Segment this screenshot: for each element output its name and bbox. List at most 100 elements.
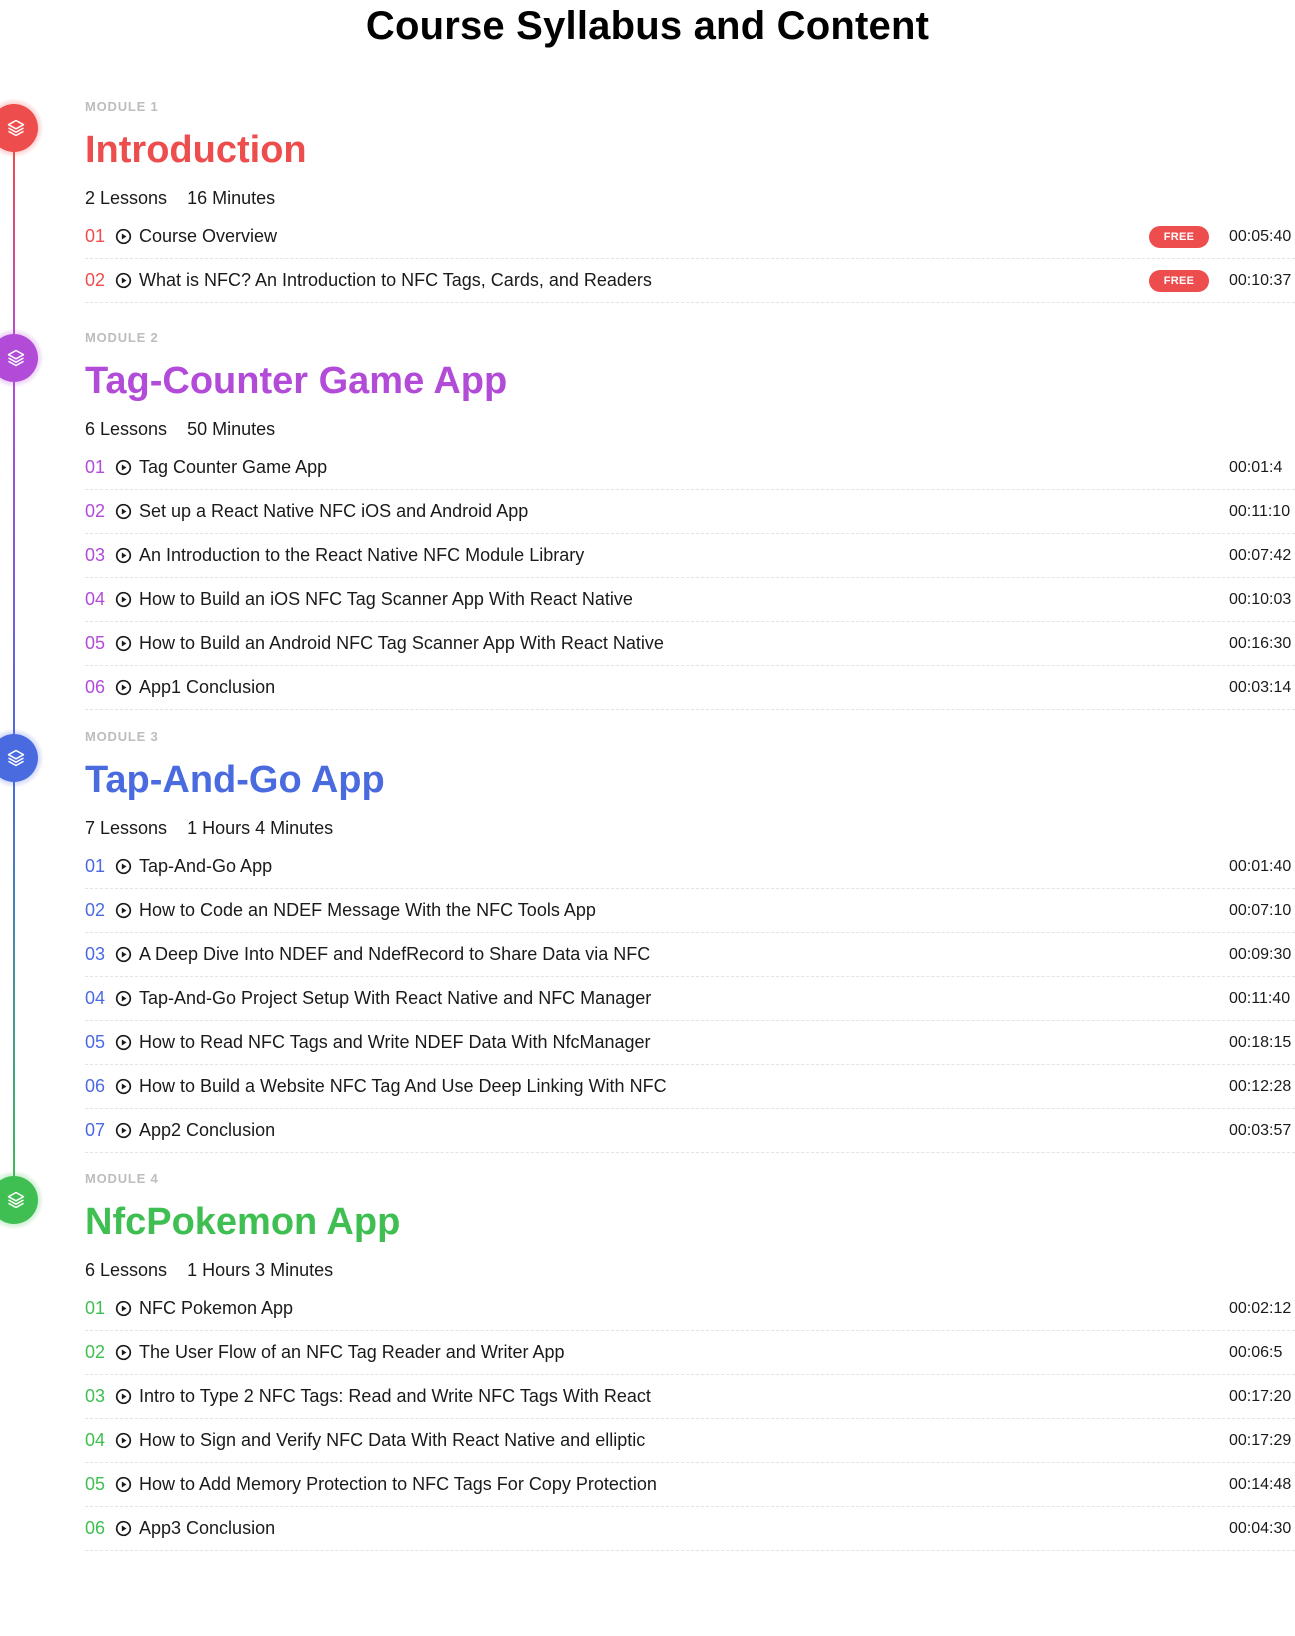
play-circle-icon: [115, 591, 132, 608]
lesson-row[interactable]: 03 A Deep Dive Into NDEF and NdefRecord …: [85, 933, 1295, 977]
lesson-title[interactable]: How to Code an NDEF Message With the NFC…: [139, 900, 596, 921]
lesson-number: 02: [85, 900, 106, 920]
module-duration: 1 Hours 4 Minutes: [187, 818, 334, 838]
lesson-number: 04: [85, 988, 106, 1008]
play-circle-icon: [115, 1476, 132, 1493]
play-circle-icon: [115, 1388, 132, 1405]
lesson-title[interactable]: How to Add Memory Protection to NFC Tags…: [139, 1474, 657, 1495]
play-circle-icon: [115, 635, 132, 652]
play-circle-icon: [115, 1122, 132, 1139]
module-1: MODULE 1 Introduction 2 Lessons 16 Minute…: [85, 99, 1295, 303]
lesson-row[interactable]: 01 Tag Counter Game App 00:01:4: [85, 446, 1295, 490]
lesson-list: 01 Tag Counter Game App 00:01:4 02 Set u…: [85, 446, 1295, 710]
lesson-duration: 00:06:5: [1229, 1344, 1283, 1361]
module-title[interactable]: Introduction: [85, 127, 1295, 173]
lesson-duration: 00:18:15: [1229, 1034, 1292, 1051]
play-circle-icon: [115, 272, 132, 289]
lesson-title[interactable]: How to Build a Website NFC Tag And Use D…: [139, 1076, 667, 1097]
lesson-number: 05: [85, 1032, 106, 1052]
lesson-row[interactable]: 07 App2 Conclusion 00:03:57: [85, 1109, 1295, 1153]
play-circle-icon: [115, 547, 132, 564]
lesson-number: 04: [85, 1430, 106, 1450]
module-meta: 6 Lessons 50 Minutes: [85, 418, 1295, 440]
play-circle-icon: [115, 1034, 132, 1051]
timeline-segment-2: [13, 380, 15, 758]
lesson-row[interactable]: 04 How to Sign and Verify NFC Data With …: [85, 1419, 1295, 1463]
lesson-number: 01: [85, 226, 106, 246]
lesson-row[interactable]: 02 How to Code an NDEF Message With the …: [85, 889, 1295, 933]
lesson-number: 02: [85, 270, 106, 290]
lesson-duration: 00:04:30: [1229, 1520, 1292, 1537]
lesson-number: 05: [85, 633, 106, 653]
lesson-duration: 00:10:03: [1229, 591, 1292, 608]
lesson-row[interactable]: 01 Tap-And-Go App 00:01:40: [85, 845, 1295, 889]
lesson-title[interactable]: How to Build an iOS NFC Tag Scanner App …: [139, 589, 633, 610]
lesson-number: 01: [85, 1298, 106, 1318]
lesson-title[interactable]: An Introduction to the React Native NFC …: [139, 545, 584, 566]
lesson-title[interactable]: App1 Conclusion: [139, 677, 275, 698]
lesson-duration: 00:10:37: [1229, 272, 1292, 289]
lesson-title[interactable]: Tag Counter Game App: [139, 457, 327, 478]
module-label: MODULE 1: [85, 99, 159, 114]
lesson-duration: 00:01:40: [1229, 858, 1292, 875]
lesson-number: 06: [85, 1518, 106, 1538]
module-title[interactable]: NfcPokemon App: [85, 1199, 1295, 1245]
lesson-row[interactable]: 02 Set up a React Native NFC iOS and And…: [85, 490, 1295, 534]
lesson-number: 06: [85, 1076, 106, 1096]
lesson-duration: 00:14:48: [1229, 1476, 1292, 1493]
lesson-title[interactable]: Set up a React Native NFC iOS and Androi…: [139, 501, 528, 522]
lesson-title[interactable]: Tap-And-Go Project Setup With React Nati…: [139, 988, 651, 1009]
module-4: MODULE 4 NfcPokemon App 6 Lessons 1 Hours…: [85, 1171, 1295, 1551]
lesson-row[interactable]: 05 How to Build an Android NFC Tag Scann…: [85, 622, 1295, 666]
module-3: MODULE 3 Tap-And-Go App 7 Lessons 1 Hours…: [85, 729, 1295, 1153]
lesson-row[interactable]: 04 Tap-And-Go Project Setup With React N…: [85, 977, 1295, 1021]
module-duration: 16 Minutes: [187, 188, 276, 208]
lesson-title[interactable]: App2 Conclusion: [139, 1120, 275, 1141]
lesson-row[interactable]: 03 Intro to Type 2 NFC Tags: Read and Wr…: [85, 1375, 1295, 1419]
lessons-count: 7 Lessons: [85, 818, 168, 838]
lesson-row[interactable]: 06 App3 Conclusion 00:04:30: [85, 1507, 1295, 1551]
module-duration: 1 Hours 3 Minutes: [187, 1260, 334, 1280]
lesson-duration: 00:07:10: [1229, 902, 1292, 919]
lesson-title[interactable]: What is NFC? An Introduction to NFC Tags…: [139, 270, 652, 291]
lesson-row[interactable]: 05 How to Add Memory Protection to NFC T…: [85, 1463, 1295, 1507]
lesson-title[interactable]: A Deep Dive Into NDEF and NdefRecord to …: [139, 944, 650, 965]
lesson-row[interactable]: 01 Course Overview FREE 00:05:40: [85, 215, 1295, 259]
lessons-count: 6 Lessons: [85, 1260, 168, 1280]
timeline-segment-3: [13, 780, 15, 1200]
lesson-title[interactable]: How to Read NFC Tags and Write NDEF Data…: [139, 1032, 651, 1053]
module-3-marker: [0, 728, 44, 788]
lesson-number: 01: [85, 856, 106, 876]
lesson-row[interactable]: 02 The User Flow of an NFC Tag Reader an…: [85, 1331, 1295, 1375]
lesson-title[interactable]: Course Overview: [139, 226, 277, 247]
lesson-number: 03: [85, 1386, 106, 1406]
lesson-title[interactable]: Tap-And-Go App: [139, 856, 272, 877]
lesson-number: 01: [85, 457, 106, 477]
lesson-row[interactable]: 06 How to Build a Website NFC Tag And Us…: [85, 1065, 1295, 1109]
module-title[interactable]: Tag-Counter Game App: [85, 358, 1295, 404]
lesson-title[interactable]: Intro to Type 2 NFC Tags: Read and Write…: [139, 1386, 651, 1407]
lesson-title[interactable]: How to Build an Android NFC Tag Scanner …: [139, 633, 664, 654]
module-title[interactable]: Tap-And-Go App: [85, 757, 1295, 803]
lesson-list: 01 Course Overview FREE 00:05:40 02 What…: [85, 215, 1295, 303]
lesson-title[interactable]: NFC Pokemon App: [139, 1298, 293, 1319]
lesson-title[interactable]: The User Flow of an NFC Tag Reader and W…: [139, 1342, 565, 1363]
lesson-number: 05: [85, 1474, 106, 1494]
play-circle-icon: [115, 1432, 132, 1449]
module-meta: 6 Lessons 1 Hours 3 Minutes: [85, 1259, 1295, 1281]
free-badge: FREE: [1149, 226, 1209, 248]
lesson-row[interactable]: 03 An Introduction to the React Native N…: [85, 534, 1295, 578]
lesson-number: 02: [85, 501, 106, 521]
lesson-title[interactable]: App3 Conclusion: [139, 1518, 275, 1539]
module-label: MODULE 3: [85, 729, 159, 744]
lesson-row[interactable]: 05 How to Read NFC Tags and Write NDEF D…: [85, 1021, 1295, 1065]
lesson-row[interactable]: 06 App1 Conclusion 00:03:14: [85, 666, 1295, 710]
lesson-row[interactable]: 04 How to Build an iOS NFC Tag Scanner A…: [85, 578, 1295, 622]
lesson-title[interactable]: How to Sign and Verify NFC Data With Rea…: [139, 1430, 645, 1451]
lesson-number: 04: [85, 589, 106, 609]
play-circle-icon: [115, 1520, 132, 1537]
module-2-marker: [0, 328, 44, 388]
lesson-row[interactable]: 02 What is NFC? An Introduction to NFC T…: [85, 259, 1295, 303]
play-circle-icon: [115, 1344, 132, 1361]
lesson-row[interactable]: 01 NFC Pokemon App 00:02:12: [85, 1287, 1295, 1331]
